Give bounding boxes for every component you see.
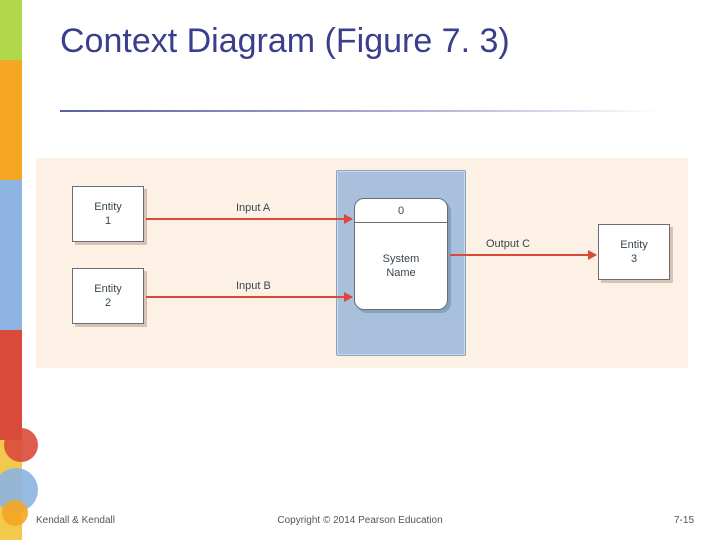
- process-name-line1: System: [383, 253, 420, 265]
- footer-pagenum: 7-15: [674, 515, 694, 526]
- entity-1-label: Entity: [94, 200, 122, 214]
- system-process-box: 0 System Name: [354, 198, 448, 310]
- flow-input-a-arrow: [146, 218, 352, 220]
- process-name: System Name: [355, 223, 447, 309]
- slide-title: Context Diagram (Figure 7. 3): [60, 22, 510, 61]
- footer-author: Kendall & Kendall: [36, 515, 115, 526]
- entity-2-label: Entity: [94, 282, 122, 296]
- context-diagram-panel: Entity 1 Entity 2 Entity 3 0 System Name…: [36, 158, 688, 368]
- entity-3-number: 3: [631, 252, 637, 266]
- entity-2-box: Entity 2: [72, 268, 144, 324]
- process-id: 0: [355, 199, 447, 223]
- flow-output-c-arrow: [450, 254, 596, 256]
- entity-2-number: 2: [105, 296, 111, 310]
- entity-1-number: 1: [105, 214, 111, 228]
- entity-3-box: Entity 3: [598, 224, 670, 280]
- flow-input-a-label: Input A: [236, 202, 270, 214]
- flow-input-b-label: Input B: [236, 280, 271, 292]
- entity-3-label: Entity: [620, 238, 648, 252]
- footer-copyright: Copyright © 2014 Pearson Education: [277, 515, 442, 526]
- title-underline: [60, 110, 660, 112]
- process-name-line2: Name: [386, 267, 415, 279]
- slide-deco-sidebar: [0, 0, 22, 540]
- flow-output-c-label: Output C: [486, 238, 530, 250]
- entity-1-box: Entity 1: [72, 186, 144, 242]
- flow-input-b-arrow: [146, 296, 352, 298]
